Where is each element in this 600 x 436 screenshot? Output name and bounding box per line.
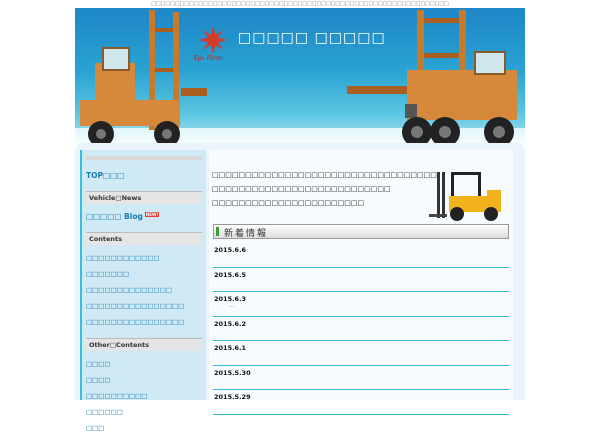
sidebar-item-contents[interactable]: □□□□□□□: [86, 266, 202, 282]
news-list: 2015.6.6 2015.6.5 2015.6.3 … 2015.6.2 20…: [213, 243, 509, 415]
sidebar-heading-other-contents: Other□Contents: [86, 338, 202, 351]
news-date[interactable]: 2015.6.1: [214, 344, 246, 352]
news-section-header: 新着情報: [213, 224, 509, 239]
news-item[interactable]: 2015.6.6: [213, 243, 509, 268]
news-date[interactable]: 2015.6.5: [214, 271, 246, 279]
sidebar-item-contents[interactable]: □□□□□□□□□□□□□□: [86, 282, 202, 298]
sidebar-item-other[interactable]: □□□□□□□□□□: [86, 388, 202, 404]
news-item[interactable]: 2015.6.3 …: [213, 292, 509, 317]
sidebar-heading-contents: Contents: [86, 232, 202, 245]
sidebar-item-other[interactable]: □□□□□□: [86, 404, 202, 420]
sidebar-link-top[interactable]: TOP□□□: [86, 168, 202, 183]
sidebar-item-contents[interactable]: □□□□□□□□□□□□□□□□: [86, 298, 202, 314]
intro-line: □□□□□□□□□□□□□□□□□□□□□□□□□□□□□□□□□□: [212, 171, 437, 179]
sidebar-item-contents[interactable]: □□□□□□□□□□□□: [86, 250, 202, 266]
sidebar-item-other[interactable]: □□□: [86, 420, 202, 436]
sidebar-item-other[interactable]: □□□□: [86, 372, 202, 388]
top-notice-text: □□□□□□□□□□□□□□□□□□□□□□□□□□□□□□□□□□□□□□□□…: [151, 1, 449, 7]
news-date[interactable]: 2015.5.30: [214, 369, 251, 377]
logo-text: Tyo Firm: [193, 55, 223, 62]
blog-link-label[interactable]: □□□□□ Blog: [86, 212, 143, 221]
header-banner: Tyo Firm □□□□□ □□□□□: [75, 8, 525, 150]
container-handler-right-image: [347, 10, 517, 147]
news-title: 新着情報: [224, 229, 269, 239]
sidebar: TOP□□□ Vehicle□News □□□□□ Blog NEW! Conte…: [80, 150, 206, 432]
intro-line: □□□□□□□□□□□□□□□□□□□□□□□: [212, 199, 365, 207]
news-date[interactable]: 2015.6.6: [214, 246, 246, 254]
sidebar-link-blog[interactable]: □□□□□ Blog NEW!: [86, 209, 202, 224]
news-date[interactable]: 2015.6.2: [214, 320, 246, 328]
forklift-image: [429, 172, 501, 221]
sidebar-heading-vehicle-news: Vehicle□News: [86, 191, 202, 204]
sidebar-divider: [86, 156, 202, 160]
sidebar-item-other[interactable]: □□□□: [86, 356, 202, 372]
sidebar-item-contents[interactable]: □□□□□□□□□□□□□□□□: [86, 314, 202, 330]
news-header-accent: [216, 227, 219, 236]
news-date[interactable]: 2015.6.3: [214, 295, 246, 303]
intro-text: □□□□□□□□□□□□□□□□□□□□□□□□□□□□□□□□□□ □□□□□…: [212, 171, 442, 213]
news-item[interactable]: 2015.6.1: [213, 341, 509, 366]
news-item[interactable]: 2015.6.5: [213, 268, 509, 292]
news-snippet: …: [229, 303, 234, 309]
news-item[interactable]: 2015.5.29: [213, 390, 509, 415]
news-item[interactable]: 2015.5.30: [213, 366, 509, 390]
news-item[interactable]: 2015.6.2: [213, 317, 509, 341]
container-handler-left-image: [80, 10, 207, 147]
intro-line: □□□□□□□□□□□□□□□□□□□□□□□□□□□: [212, 185, 391, 193]
main-content: □□□□□□□□□□□□□□□□□□□□□□□□□□□□□□□□□□ □□□□□…: [209, 150, 513, 415]
new-badge: NEW!: [144, 212, 160, 217]
